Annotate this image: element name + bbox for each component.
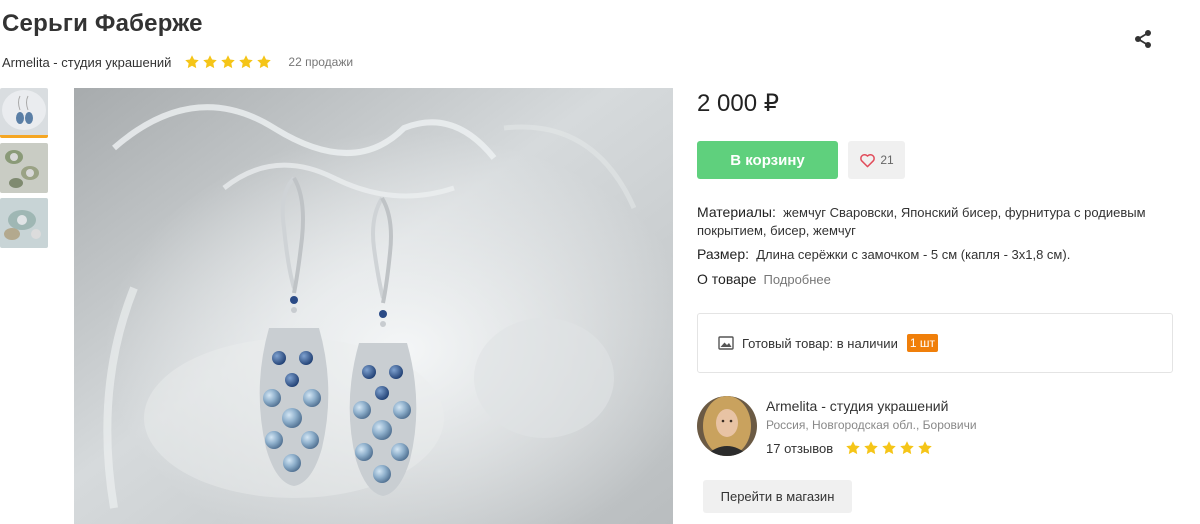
star-icon xyxy=(882,441,896,455)
stock-panel: Готовый товар: в наличии 1 шт xyxy=(697,313,1173,373)
product-rating xyxy=(184,54,272,70)
star-icon xyxy=(864,441,878,455)
seller-avatar[interactable] xyxy=(697,396,757,456)
stock-status: Готовый товар: в наличии xyxy=(742,335,898,351)
materials-spec: Материалы: жемчуг Сваровски, Японский би… xyxy=(697,203,1167,240)
add-to-cart-button[interactable]: В корзину xyxy=(697,141,838,179)
shop-link[interactable]: Armelita - студия украшений xyxy=(2,55,171,70)
go-to-shop-button[interactable]: Перейти в магазин xyxy=(703,480,852,513)
seller-name-link[interactable]: Armelita - студия украшений xyxy=(766,398,948,414)
size-value: Длина серёжки с замочком - 5 см (капля -… xyxy=(756,247,1071,262)
materials-label: Материалы: xyxy=(697,204,776,220)
share-icon[interactable] xyxy=(1132,28,1154,50)
product-price: 2 000 ₽ xyxy=(697,90,779,117)
star-icon xyxy=(900,441,914,455)
heart-icon xyxy=(860,153,876,167)
thumbnail-1[interactable] xyxy=(0,88,48,138)
about-label: О товаре xyxy=(697,271,757,287)
size-spec: Размер: Длина серёжки с замочком - 5 см … xyxy=(697,245,1070,264)
star-icon xyxy=(239,55,254,69)
seller-location: Россия, Новгородская обл., Боровичи xyxy=(766,418,977,432)
star-icon xyxy=(221,55,236,69)
thumbnail-3[interactable] xyxy=(0,198,48,248)
favorite-count: 21 xyxy=(880,153,894,167)
details-link[interactable]: Подробнее xyxy=(763,272,830,287)
product-main-image[interactable] xyxy=(74,88,673,524)
favorite-button[interactable]: 21 xyxy=(848,141,905,179)
product-subline: Armelita - студия украшений 22 продажи xyxy=(2,53,353,71)
seller-rating xyxy=(845,440,933,456)
size-label: Размер: xyxy=(697,246,750,262)
thumbnail-list xyxy=(0,88,50,253)
image-icon xyxy=(718,336,734,350)
thumbnail-2[interactable] xyxy=(0,143,48,193)
sales-count: 22 продажи xyxy=(288,55,354,69)
product-title: Серьги Фаберже xyxy=(2,10,203,37)
about-row: О товаре Подробнее xyxy=(697,271,831,287)
stock-quantity-badge: 1 шт xyxy=(906,334,938,352)
reviews-count[interactable]: 17 отзывов xyxy=(766,441,833,456)
star-icon xyxy=(846,441,860,455)
star-icon xyxy=(185,55,200,69)
star-icon xyxy=(257,55,272,69)
star-icon xyxy=(918,441,932,455)
star-icon xyxy=(203,55,218,69)
seller-reviews: 17 отзывов xyxy=(766,440,933,456)
